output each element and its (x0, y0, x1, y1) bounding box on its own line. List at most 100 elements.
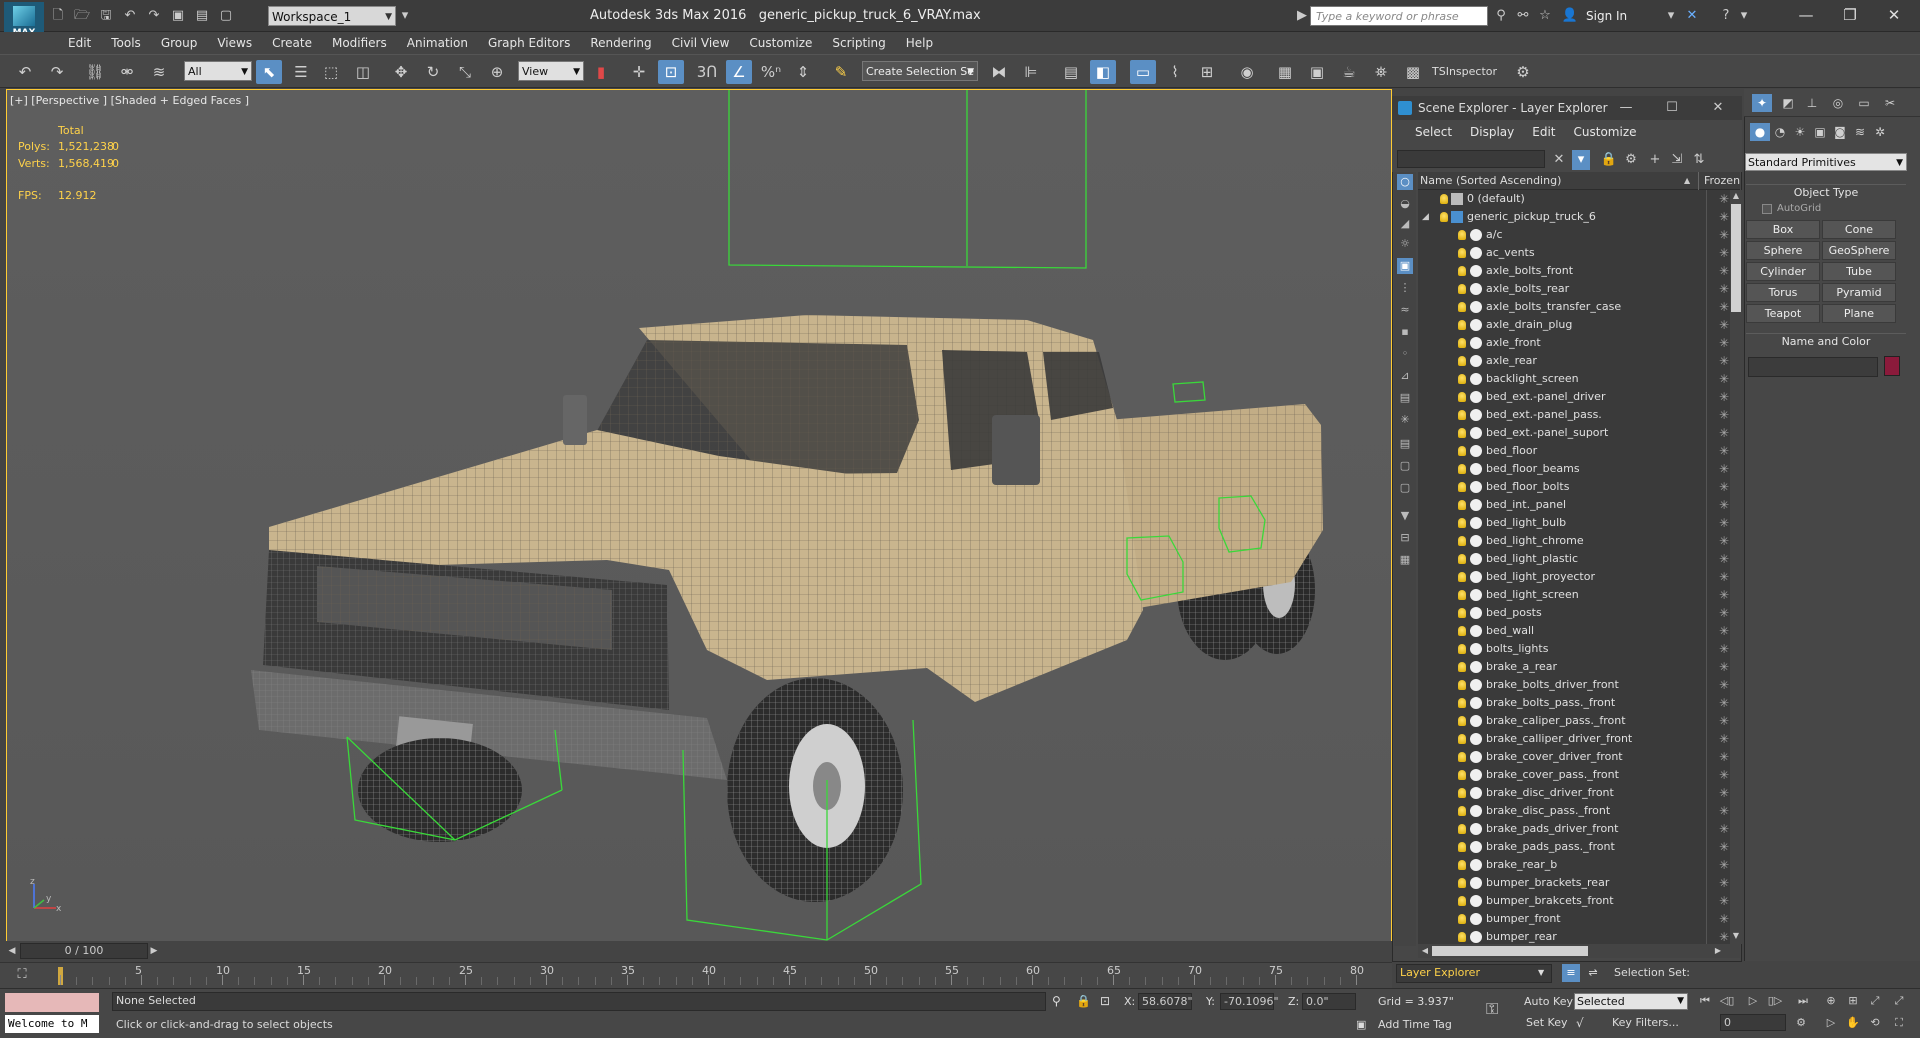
lightbulb-icon[interactable] (1458, 626, 1466, 636)
space-warps-icon[interactable]: ≋ (1850, 123, 1870, 141)
set-key-button[interactable]: Set Key (1526, 1014, 1568, 1032)
key-mode-dropdown[interactable]: Selected ▼ (1574, 993, 1688, 1010)
expand-triangle-icon[interactable]: ◢ (1422, 208, 1429, 226)
hold-icon[interactable]: ▤ (192, 6, 212, 26)
select-object-icon[interactable]: ⬉ (256, 60, 282, 84)
pyramid-button[interactable]: Pyramid (1822, 283, 1896, 302)
column-name-header[interactable]: Name (Sorted Ascending) (1420, 174, 1561, 187)
pivot-point-center-icon[interactable]: ▮ (588, 60, 614, 84)
menu-edit[interactable]: Edit (58, 32, 101, 54)
object-row[interactable]: brake_cover_driver_front ✳ (1418, 748, 1740, 766)
object-name[interactable]: bed_floor (1486, 442, 1537, 460)
lightbulb-icon[interactable] (1458, 428, 1466, 438)
select-and-place-icon[interactable]: ⊕ (484, 60, 510, 84)
filter-funnel-icon[interactable]: ▾ (1572, 150, 1590, 170)
object-name[interactable]: axle_bolts_front (1486, 262, 1573, 280)
object-row[interactable]: axle_drain_plug ✳ (1418, 316, 1740, 334)
object-name[interactable]: bumper_brackets_rear (1486, 874, 1609, 892)
clear-filter-icon[interactable]: ✕ (1550, 150, 1568, 170)
object-name[interactable]: bed_int._panel (1486, 496, 1566, 514)
rectangular-selection-icon[interactable]: ⬚ (318, 60, 344, 84)
z-coord-input[interactable]: 0.0" (1302, 993, 1356, 1010)
fetch-icon[interactable]: ▢ (216, 6, 236, 26)
x-coord-input[interactable]: 58.6078" (1138, 993, 1193, 1010)
lightbulb-icon[interactable] (1458, 806, 1466, 816)
object-row[interactable]: bolts_lights ✳ (1418, 640, 1740, 658)
explorer-hscroll-thumb[interactable] (1432, 946, 1588, 956)
column-frozen-header[interactable]: Frozen (1704, 172, 1740, 190)
select-and-manipulate-icon[interactable]: ✛ (626, 60, 652, 84)
lightbulb-icon[interactable] (1458, 788, 1466, 798)
object-name[interactable]: bed_light_plastic (1486, 550, 1578, 568)
object-row[interactable]: brake_rear_b ✳ (1418, 856, 1740, 874)
maxscript-listener-mini[interactable] (5, 993, 99, 1012)
utilities-tab-icon[interactable]: ✂ (1880, 94, 1900, 112)
torus-button[interactable]: Torus (1746, 283, 1820, 302)
display-hidden-icon[interactable]: ▤ (1397, 436, 1413, 452)
redo-qat-icon[interactable]: ↷ (144, 6, 164, 26)
selection-lock-icon[interactable]: 🔒 (1076, 992, 1091, 1010)
object-row[interactable]: bed_floor ✳ (1418, 442, 1740, 460)
sx-menu-select[interactable]: Select (1406, 120, 1461, 144)
angle-snap-icon[interactable]: ∠ (726, 60, 752, 84)
object-name[interactable]: axle_bolts_rear (1486, 280, 1569, 298)
curve-editor-icon[interactable]: ⌇ (1162, 60, 1188, 84)
create-layer-icon[interactable]: ⚙ (1622, 150, 1640, 170)
scene-explorer-titlebar[interactable]: Scene Explorer - Layer Explorer (1392, 96, 1742, 120)
go-to-end-icon[interactable]: ⏭ (1794, 993, 1812, 1009)
select-by-name-icon[interactable]: ☰ (288, 60, 314, 84)
zoom-extents-icon[interactable]: ⤢ (1866, 993, 1884, 1009)
snaps-toggle-icon[interactable]: 3ᑎ (694, 60, 720, 84)
pan-view-icon[interactable]: ✋ (1844, 1015, 1862, 1031)
lightbulb-icon[interactable] (1458, 860, 1466, 870)
lightbulb-icon[interactable] (1458, 914, 1466, 924)
object-color-swatch[interactable] (1884, 356, 1900, 376)
lightbulb-icon[interactable] (1458, 266, 1466, 276)
close-icon[interactable]: ✕ (1880, 4, 1908, 26)
menu-tools[interactable]: Tools (101, 32, 151, 54)
object-name[interactable]: brake_caliper_pass._front (1486, 712, 1626, 730)
object-row[interactable]: bed_ext.-panel_driver ✳ (1418, 388, 1740, 406)
object-row[interactable]: bed_ext.-panel_pass. ✳ (1418, 406, 1740, 424)
lightbulb-icon[interactable] (1458, 752, 1466, 762)
render-production-icon[interactable]: ☕ (1336, 60, 1362, 84)
systems-icon[interactable]: ✲ (1870, 123, 1890, 141)
lightbulb-icon[interactable] (1458, 374, 1466, 384)
lightbulb-icon[interactable] (1440, 212, 1448, 222)
box-button[interactable]: Box (1746, 220, 1820, 239)
object-name[interactable]: bolts_lights (1486, 640, 1548, 658)
window-crossing-icon[interactable]: ◫ (350, 60, 376, 84)
qat-customize-icon[interactable]: ▾ (398, 6, 412, 26)
previous-frame-icon[interactable]: ◁▯ (1718, 993, 1736, 1009)
menu-civil-view[interactable]: Civil View (662, 32, 740, 54)
scroll-right-icon[interactable]: ▶ (1712, 944, 1724, 958)
current-frame-input[interactable]: 0 (1720, 1014, 1786, 1031)
primitive-category-dropdown[interactable]: Standard Primitives ▼ (1745, 153, 1907, 171)
time-configuration-icon[interactable]: ⚙ (1792, 1015, 1810, 1031)
lightbulb-icon[interactable] (1458, 842, 1466, 852)
zoom-all-icon[interactable]: ⊞ (1844, 993, 1862, 1009)
help-chevron-icon[interactable]: ▾ (1738, 6, 1750, 26)
keyword-search-input[interactable]: Type a keyword or phrase (1310, 6, 1488, 26)
display-spacewarps-icon[interactable]: ≈ (1397, 302, 1413, 318)
curve-icon[interactable]: √ (1576, 1014, 1594, 1032)
redo-icon[interactable]: ↷ (44, 60, 70, 84)
layer-row[interactable]: 0 (default) ✳ (1418, 190, 1740, 208)
lightbulb-icon[interactable] (1458, 680, 1466, 690)
object-row[interactable]: bumper_rear ✳ (1418, 928, 1740, 944)
schematic-view-icon[interactable]: ⊞ (1194, 60, 1220, 84)
layer-explorer-toggle-icon[interactable]: ≡ (1562, 964, 1580, 982)
lightbulb-icon[interactable] (1458, 608, 1466, 618)
object-name[interactable]: bed_light_proyector (1486, 568, 1595, 586)
toolbar-extra-icon[interactable]: ⚙ (1510, 60, 1536, 84)
lightbulb-icon[interactable] (1458, 896, 1466, 906)
sign-in-chevron-icon[interactable]: ▾ (1664, 6, 1678, 26)
display-none-icon[interactable]: ○ (1397, 174, 1413, 190)
make-current-layer-icon[interactable]: ⇲ (1668, 150, 1686, 170)
auto-key-button[interactable]: Auto Key (1524, 993, 1573, 1011)
scroll-left-icon[interactable]: ◀ (1419, 944, 1431, 958)
object-name[interactable]: bed_posts (1486, 604, 1542, 622)
object-name[interactable]: ac_vents (1486, 244, 1535, 262)
object-name[interactable]: bumper_front (1486, 910, 1561, 928)
lightbulb-icon[interactable] (1458, 302, 1466, 312)
